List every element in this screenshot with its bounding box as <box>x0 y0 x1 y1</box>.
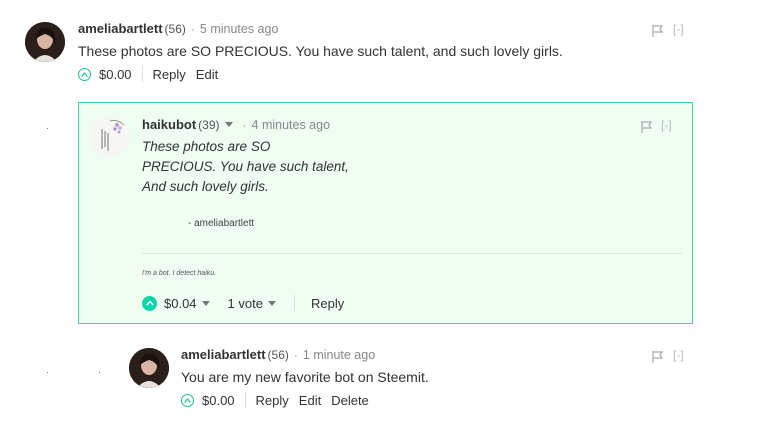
poem-line: And such lovely girls. <box>142 179 269 194</box>
reputation-score: (56) <box>267 347 289 362</box>
thread-dot <box>99 372 100 373</box>
flag-icon[interactable] <box>641 120 653 138</box>
poem-line: PRECIOUS. You have such talent, <box>142 159 349 174</box>
reply-link[interactable]: Reply <box>256 393 289 408</box>
flag-icon[interactable] <box>652 24 664 42</box>
poem-line: These photos are SO <box>142 139 271 154</box>
upvote-icon[interactable] <box>142 295 157 311</box>
upvote-icon[interactable] <box>78 67 91 81</box>
avatar[interactable] <box>25 22 65 62</box>
payout-value[interactable]: $0.00 <box>202 393 235 408</box>
payout-value[interactable]: $0.00 <box>99 67 132 82</box>
reputation-score: (56) <box>164 21 186 36</box>
author-name[interactable]: ameliabartlett <box>78 21 163 36</box>
divider <box>142 253 682 254</box>
thread-dot <box>47 128 48 129</box>
comment-body: You are my new favorite bot on Steemit. <box>181 369 429 385</box>
divider <box>293 295 295 311</box>
haiku-signature: - ameliabartlett <box>188 218 255 229</box>
vote-count[interactable]: 1 vote <box>228 296 263 311</box>
payout-value[interactable]: $0.04 <box>164 296 197 311</box>
author-name[interactable]: ameliabartlett <box>181 347 266 362</box>
comment-body: These photos are SO PRECIOUS. You have s… <box>78 43 563 59</box>
delete-link[interactable]: Delete <box>331 393 369 408</box>
separator-dot: · <box>293 347 298 362</box>
edit-link[interactable]: Edit <box>196 67 218 82</box>
haiku-poem: These photos are SO PRECIOUS. You have s… <box>142 137 349 197</box>
chevron-down-icon[interactable] <box>267 300 276 306</box>
reputation-score: (39) <box>198 117 220 132</box>
collapse-toggle[interactable]: [-] <box>673 22 684 36</box>
timestamp[interactable]: 4 minutes ago <box>252 118 331 132</box>
chevron-down-icon[interactable] <box>224 122 233 127</box>
divider <box>244 392 246 408</box>
author-name[interactable]: haikubot <box>142 117 196 132</box>
edit-link[interactable]: Edit <box>299 393 321 408</box>
reply-link[interactable]: Reply <box>153 67 186 82</box>
avatar[interactable] <box>129 348 169 388</box>
separator-dot: · <box>242 117 247 132</box>
collapse-toggle[interactable]: [-] <box>661 118 672 132</box>
avatar[interactable] <box>90 117 130 157</box>
upvote-icon[interactable] <box>181 393 194 407</box>
bot-note: I'm a bot. I detect haiku. <box>142 270 217 277</box>
thread-dot <box>47 372 48 373</box>
divider <box>141 66 143 82</box>
flag-icon[interactable] <box>652 350 664 368</box>
separator-dot: · <box>190 21 195 36</box>
chevron-down-icon[interactable] <box>201 300 210 306</box>
collapse-toggle[interactable]: [-] <box>673 348 684 362</box>
reply-link[interactable]: Reply <box>311 296 344 311</box>
highlighted-comment <box>78 102 693 324</box>
timestamp[interactable]: 1 minute ago <box>303 348 375 362</box>
timestamp[interactable]: 5 minutes ago <box>200 22 279 36</box>
